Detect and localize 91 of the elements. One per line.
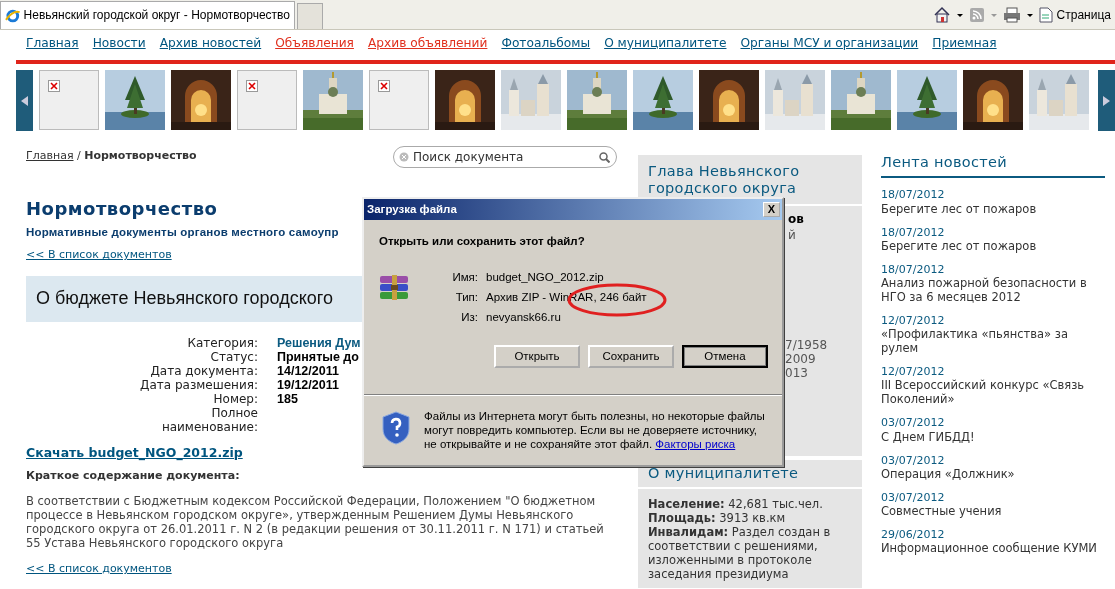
back-link[interactable]: << В список документов xyxy=(26,248,172,262)
news-title: «Профилактика «пьянства» за рулем xyxy=(881,327,1069,356)
dialog-button[interactable]: Открыть xyxy=(494,345,580,368)
summary-text: В соответствии с Бюджетным кодексом Российской Федерации, Положением "О бюджетном процессе в Невьянском городском округе», утвержденным Решением Думы Невьянского городского округа от 26.01.2011 г. N 2 (в редакции решения от 30.11.2011 г. N 171) и статьей 55 Устава Невьянского городского округа xyxy=(26,493,605,550)
gallery-next-button[interactable] xyxy=(1098,70,1115,131)
risk-link[interactable]: Факторы риска xyxy=(655,438,736,450)
info-text: Площадь: 3913 кв.км xyxy=(647,511,787,525)
news-date[interactable]: 03/07/2012 xyxy=(881,453,1105,467)
field-value: 14/12/2011 xyxy=(277,363,339,378)
text-fragment: 013 xyxy=(785,366,808,381)
news-date[interactable]: 18/07/2012 xyxy=(881,262,1105,276)
broken-image-icon xyxy=(246,80,258,92)
news-title: Совместные учения xyxy=(881,503,1003,518)
download-link[interactable]: Скачать budget_NGO_2012.zip xyxy=(26,444,243,460)
category-link[interactable]: Решения Дум xyxy=(277,335,361,350)
dialog-button[interactable]: Отмена xyxy=(682,345,768,368)
dialog-question: Открыть или сохранить этот файл? xyxy=(379,235,586,249)
field-value: 185 xyxy=(277,391,298,406)
broken-image-icon xyxy=(378,80,390,92)
news-date[interactable]: 18/07/2012 xyxy=(881,188,1105,202)
gallery-prev-button[interactable] xyxy=(16,70,33,131)
text-fragment: й xyxy=(788,228,796,243)
breadcrumb-current: Нормотворчество xyxy=(84,149,197,162)
nav-link[interactable]: Архив объявлений xyxy=(367,36,488,59)
field-label: Категория: xyxy=(186,335,258,350)
page-menu[interactable]: Страница xyxy=(1038,7,1111,23)
caret-icon[interactable] xyxy=(956,13,963,17)
field-label: Из: xyxy=(460,310,478,325)
field-value: nevyansk66.ru xyxy=(486,310,562,325)
info-text: Инвалидам: Раздел создан в соответствии с решениями, изложенными в протоколе заседания президиума xyxy=(647,525,832,581)
news-title: С Днем ГИБДД! xyxy=(881,429,976,444)
search-field[interactable]: Поиск документа xyxy=(393,146,617,168)
field-label: Дата размешения: xyxy=(140,377,258,392)
nav-link[interactable]: Приемная xyxy=(932,36,997,59)
news-title: III Всероссийский конкурс «Связь Поколений» xyxy=(881,378,1086,407)
news-title: Берегите лес от пожаров xyxy=(881,201,1038,216)
back-link[interactable]: << В список документов xyxy=(26,561,172,575)
news-date[interactable]: 12/07/2012 xyxy=(881,365,1105,379)
shield-help-icon xyxy=(382,411,410,445)
breadcrumb-separator: / xyxy=(76,149,82,162)
info-text: Население: 42,681 тыс.чел. xyxy=(647,497,824,511)
news-date[interactable]: 03/07/2012 xyxy=(881,490,1105,504)
nav-link[interactable]: Органы МСУ и организации xyxy=(740,36,919,59)
field-label: Статус: xyxy=(210,349,258,364)
news-date[interactable]: 12/07/2012 xyxy=(881,313,1105,328)
browser-tab[interactable]: Невьянский городской округ - Нормотворчество xyxy=(0,1,295,29)
field-value: budget_NGO_2012.zip xyxy=(486,271,605,285)
nav-link[interactable]: Объявления xyxy=(275,36,354,59)
print-icon[interactable] xyxy=(1002,7,1021,23)
news-date[interactable]: 29/06/2012 xyxy=(881,527,1105,542)
text-fragment: ов xyxy=(788,212,804,227)
search-icon[interactable] xyxy=(599,152,610,163)
news-title: Анализ пожарной безопасности в НГО за 6 месяцев 2012 xyxy=(881,275,1088,304)
field-label: Номер: xyxy=(213,391,258,406)
text-fragment: 2009 xyxy=(785,352,816,367)
arrow-left-icon xyxy=(21,95,28,106)
page-icon xyxy=(1038,7,1053,23)
field-value: 19/12/2011 xyxy=(277,377,339,392)
field-label: Полное наименование: xyxy=(160,405,258,434)
field-label: Тип: xyxy=(454,290,478,305)
nav-link[interactable]: О муниципалитете xyxy=(604,36,727,59)
breadcrumb-link[interactable]: Главная xyxy=(26,149,74,162)
document-title: О бюджете Невьянского городского xyxy=(36,287,333,310)
nav-link[interactable]: Главная xyxy=(26,36,79,59)
caret-icon[interactable] xyxy=(1026,13,1033,17)
dialog-button[interactable]: Сохранить xyxy=(588,345,674,368)
archive-icon xyxy=(378,273,410,303)
news-date[interactable]: 18/07/2012 xyxy=(881,225,1105,239)
browser-logo-icon xyxy=(5,7,21,24)
text-fragment: 7/1958 xyxy=(785,338,828,353)
nav-link[interactable]: Архив новостей xyxy=(159,36,262,59)
field-label: Дата документа: xyxy=(149,363,258,378)
tab-title: Невьянский городской округ - Нормотворчество xyxy=(23,8,290,23)
page-subtitle: Нормативные документы органов местного самоупр xyxy=(26,225,339,240)
dialog-title: Загрузка файла xyxy=(367,202,457,217)
summary-heading: Краткое содержание документа: xyxy=(26,468,241,482)
page-title: Нормотворчество xyxy=(26,198,218,220)
nav-link[interactable]: Новости xyxy=(92,36,146,59)
news-date[interactable]: 03/07/2012 xyxy=(881,416,1105,430)
news-heading: Лента новостей xyxy=(881,154,1105,179)
news-title: Берегите лес от пожаров xyxy=(881,238,1038,253)
home-icon[interactable] xyxy=(932,6,951,24)
close-button[interactable]: X xyxy=(763,202,780,217)
news-title: Операция «Должник» xyxy=(881,466,1016,481)
nav-link[interactable]: Фотоальбомы xyxy=(501,36,591,59)
arrow-right-icon xyxy=(1103,95,1110,106)
warning-text: Файлы из Интернета могут быть полезны, но некоторые файлы могут повредить компьютер. Если вы не доверяете источнику, не открывайте и не сохраняйте этот файл. Факторы риска xyxy=(424,409,766,451)
broken-image-icon xyxy=(48,80,60,92)
field-value: Принятые до xyxy=(277,349,359,364)
news-title: Информационное сообщение КУМИ xyxy=(881,541,1098,556)
field-label: Имя: xyxy=(451,271,478,285)
